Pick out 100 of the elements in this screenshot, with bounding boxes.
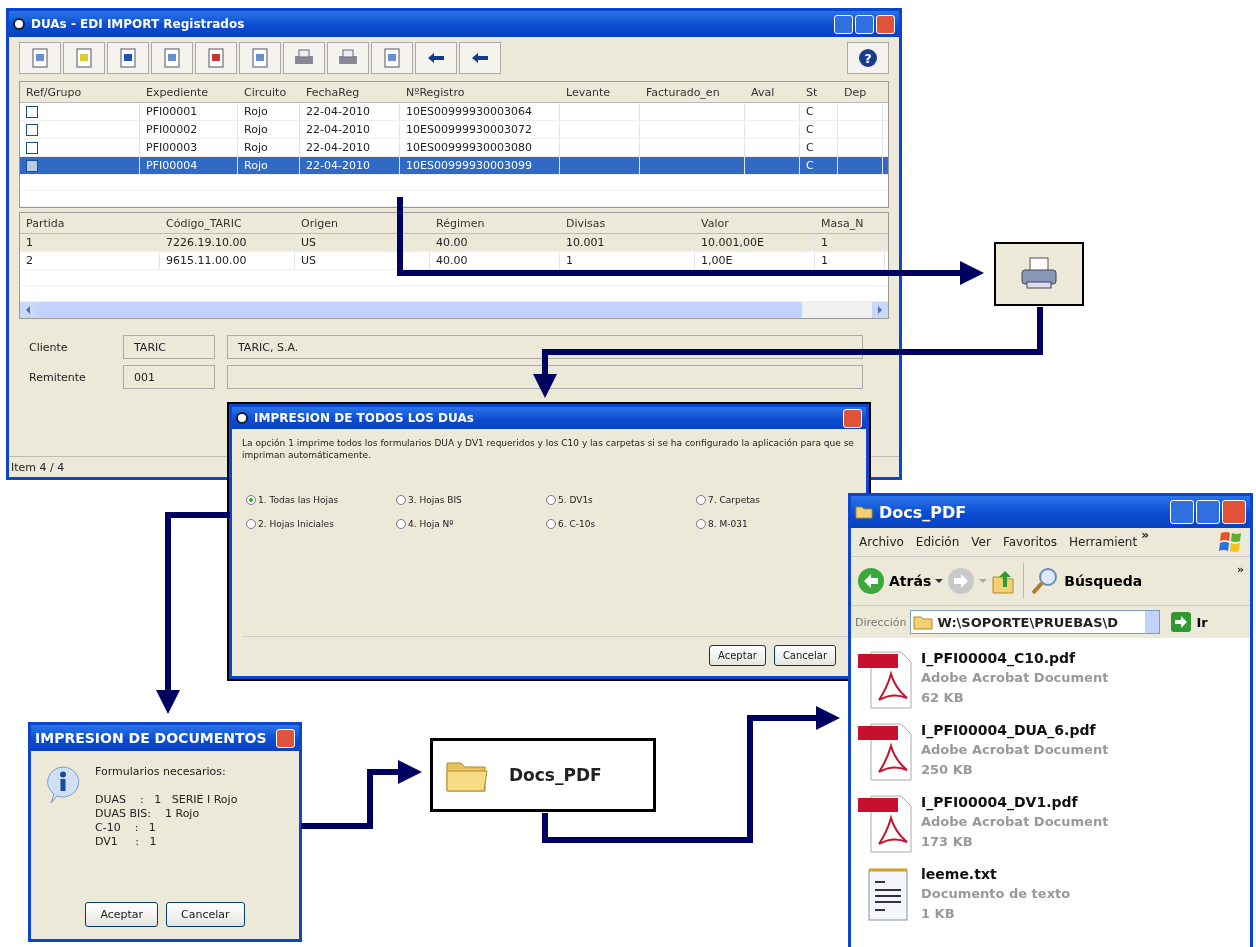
dialog-button[interactable]: Aceptar — [709, 645, 766, 666]
file-size: 62 KB — [921, 689, 965, 707]
dialog-button[interactable]: Aceptar — [85, 902, 159, 927]
table-cell: 10ES00999930003072 — [406, 123, 532, 136]
radio-option[interactable]: 2. Hojas Iniciales — [246, 519, 396, 529]
table-row[interactable]: PFI00004 Rojo 22-04-2010 10ES00999930003099 C — [20, 157, 888, 175]
column-header: Régimen — [435, 216, 486, 230]
file-size: 250 KB — [921, 761, 974, 779]
radio-option[interactable]: 7. Carpetas — [696, 495, 846, 505]
checkbox[interactable] — [26, 105, 38, 118]
radio-option[interactable]: 1. Todas las Hojas — [246, 495, 396, 505]
more-menu-button[interactable]: » — [1141, 528, 1149, 542]
radio-button[interactable] — [396, 495, 406, 505]
search-button[interactable]: Búsqueda — [1030, 566, 1143, 596]
message-heading: Formularios necesarios: — [95, 765, 227, 779]
message-line: C-10 : 1 — [95, 821, 157, 835]
back-button[interactable]: Atrás — [857, 567, 944, 595]
menu-item[interactable]: Edición — [915, 535, 960, 549]
input-field[interactable] — [227, 365, 863, 389]
radio-button[interactable] — [546, 519, 556, 529]
radio-option[interactable]: 5. DV1s — [546, 495, 696, 505]
menu-item[interactable]: Favoritos — [1002, 535, 1058, 549]
minimize-button[interactable] — [834, 14, 853, 34]
radio-button[interactable] — [696, 495, 706, 505]
input-field[interactable]: 001 — [123, 365, 215, 389]
radio-option[interactable]: 3. Hojas BIS — [396, 495, 546, 505]
close-button[interactable] — [1222, 500, 1246, 524]
column-header: Expediente — [145, 85, 210, 99]
radio-button[interactable] — [396, 519, 406, 529]
table-cell: US — [301, 236, 317, 249]
table-cell: 7226.19.10.00 — [166, 236, 247, 249]
close-button[interactable] — [276, 728, 295, 748]
file-type: Adobe Acrobat Document — [921, 669, 1109, 687]
window-title: Docs_PDF — [879, 502, 967, 522]
horizontal-scrollbar[interactable] — [20, 302, 888, 318]
maximize-button[interactable] — [855, 14, 874, 34]
table-cell: 22-04-2010 — [306, 123, 370, 136]
column-header: FechaReg — [305, 85, 361, 99]
radio-option[interactable]: 8. M-031 — [696, 519, 846, 529]
maximize-button[interactable] — [1196, 500, 1220, 524]
dialog-button[interactable]: Cancelar — [773, 645, 836, 666]
file-item[interactable]: leeme.txt Documento de texto 1 KB — [857, 864, 1244, 926]
radio-button[interactable] — [246, 519, 256, 529]
table-cell: Rojo — [244, 141, 268, 154]
more-toolbar-button[interactable]: » — [1236, 563, 1244, 576]
toolbar-button[interactable] — [459, 42, 501, 74]
table-row[interactable]: PFI00001 Rojo 22-04-2010 10ES00999930003064 C — [20, 103, 888, 121]
go-button[interactable]: Ir — [1164, 610, 1214, 634]
file-type: Documento de texto — [921, 885, 1071, 903]
address-field[interactable]: W:\SOPORTE\PRUEBAS\D — [910, 610, 1161, 634]
table-cell: 10.001,00E — [701, 236, 764, 249]
menu-item[interactable]: Ver — [971, 535, 991, 549]
close-button[interactable] — [843, 408, 862, 428]
table-cell: 10.001 — [566, 236, 605, 249]
print-button[interactable] — [994, 242, 1084, 306]
column-header: St — [805, 85, 819, 99]
status-text: Item 4 / 4 — [11, 460, 65, 474]
toolbar-button[interactable] — [195, 42, 237, 74]
table-cell: 1 — [821, 254, 828, 267]
close-button[interactable] — [876, 14, 895, 34]
toolbar-button[interactable] — [107, 42, 149, 74]
checkbox[interactable] — [26, 141, 38, 154]
file-size: 173 KB — [921, 833, 974, 851]
toolbar-button[interactable] — [415, 42, 457, 74]
menu-item[interactable]: Archivo — [859, 535, 904, 549]
table-cell: Rojo — [244, 123, 268, 136]
message-line: DUAS BIS: 1 Rojo — [95, 807, 201, 821]
menu-item[interactable]: Herramient — [1069, 535, 1138, 549]
field-label: Remitente — [28, 370, 87, 384]
dialog-button[interactable]: Cancelar — [166, 902, 245, 927]
file-item[interactable]: I_PFI00004_DUA_6.pdf Adobe Acrobat Document 250 KB — [857, 720, 1244, 782]
column-header: Valor — [700, 216, 730, 230]
checkbox[interactable] — [26, 123, 38, 136]
file-item[interactable]: I_PFI00004_C10.pdf Adobe Acrobat Document 62 KB — [857, 648, 1244, 710]
table-cell: 1,00E — [701, 254, 733, 267]
radio-option[interactable]: 6. C-10s — [546, 519, 696, 529]
dialog-title: IMPRESION DE DOCUMENTOS — [35, 730, 267, 746]
file-size: 1 KB — [921, 905, 956, 923]
radio-button[interactable] — [246, 495, 256, 505]
app-logo-icon — [13, 18, 25, 30]
message-line: DV1 : 1 — [95, 835, 158, 849]
help-icon: ? — [857, 47, 879, 69]
minimize-button[interactable] — [1170, 500, 1194, 524]
input-field[interactable]: TARIC — [123, 335, 215, 359]
folder-name: Docs_PDF — [509, 765, 602, 785]
table-cell: PFI00004 — [146, 159, 198, 172]
file-type: Adobe Acrobat Document — [921, 741, 1109, 759]
file-item[interactable]: I_PFI00004_DV1.pdf Adobe Acrobat Document 173 KB — [857, 792, 1244, 854]
file-name: I_PFI00004_C10.pdf — [921, 649, 1077, 668]
help-button[interactable]: ? — [847, 42, 889, 74]
table-row[interactable]: PFI00002 Rojo 22-04-2010 10ES00999930003072 C — [20, 121, 888, 139]
checkbox[interactable] — [26, 159, 38, 172]
table-cell: US — [301, 254, 317, 267]
table-cell: 1 — [821, 236, 828, 249]
table-cell: 40.00 — [436, 254, 468, 267]
field-label: Cliente — [28, 340, 69, 354]
radio-button[interactable] — [546, 495, 556, 505]
radio-option[interactable]: 4. Hoja Nº — [396, 519, 546, 529]
column-header: Aval — [750, 85, 776, 99]
radio-button[interactable] — [696, 519, 706, 529]
